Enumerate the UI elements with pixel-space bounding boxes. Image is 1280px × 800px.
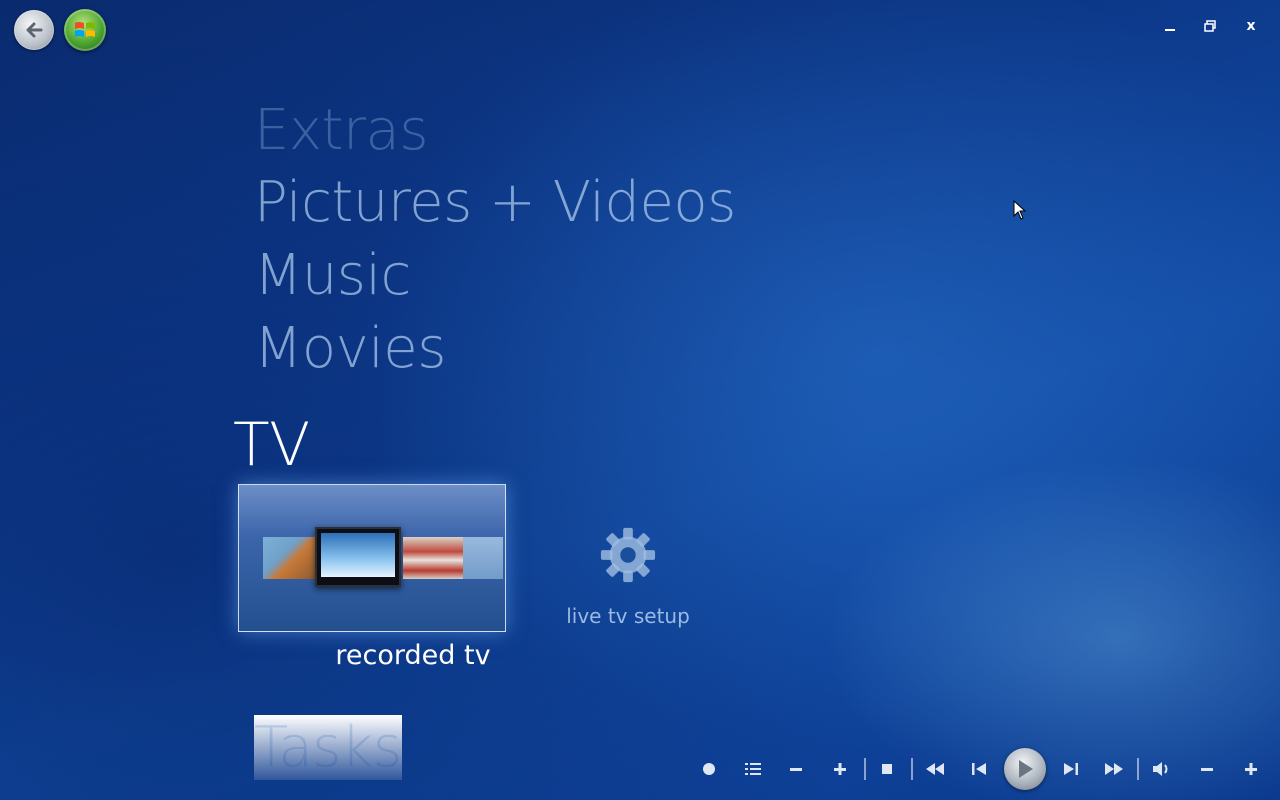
volume-up-button[interactable] [1239,757,1263,781]
tv-screen [321,533,395,577]
menu-item-extras[interactable]: Extras [254,98,429,163]
live-tv-setup-tile[interactable]: live tv setup [562,526,694,628]
record-icon [703,763,715,775]
tv-set-icon [315,527,401,587]
transport-controls [690,746,1270,792]
stop-button[interactable] [875,757,899,781]
channel-up-button[interactable] [828,757,852,781]
next-button[interactable] [1059,757,1083,781]
channel-up-icon [834,763,846,775]
fast-forward-button[interactable] [1102,757,1126,781]
minimize-button[interactable] [1157,14,1183,38]
gear-icon [600,527,656,583]
menu-item-tv[interactable]: TV [233,410,310,480]
play-icon [1019,760,1033,778]
menu-item-pictures-videos[interactable]: Pictures + Videos [254,170,736,235]
back-button[interactable] [14,10,54,50]
volume-icon [1153,762,1168,776]
transport-divider [911,758,913,780]
recording-thumbnail [463,537,503,579]
windows-logo-icon [75,22,95,37]
close-button[interactable]: x [1238,14,1264,38]
restore-icon [1204,20,1216,32]
next-icon [1064,763,1078,775]
back-arrow-icon [26,22,43,38]
volume-up-icon [1245,763,1257,775]
previous-button[interactable] [967,757,991,781]
transport-divider [864,758,866,780]
recorded-tv-tile[interactable] [238,484,506,632]
channel-down-button[interactable] [784,757,808,781]
recording-thumbnail [403,537,463,579]
stop-icon [882,764,892,774]
transport-divider [1137,758,1139,780]
minimize-icon [1165,29,1175,31]
restore-button[interactable] [1197,14,1223,38]
rewind-icon [926,763,944,775]
mouse-pointer-icon [1013,200,1027,220]
menu-item-movies[interactable]: Movies [254,316,446,381]
record-button[interactable] [697,757,721,781]
volume-button[interactable] [1150,757,1174,781]
fast-forward-icon [1105,763,1123,775]
live-tv-setup-label: live tv setup [566,604,690,628]
recorded-tv-label: recorded tv [335,640,491,671]
guide-icon [745,763,761,775]
menu-item-tasks[interactable]: Tasks [254,715,402,780]
menu-item-music[interactable]: Music [254,243,411,308]
windows-start-button[interactable] [64,9,106,51]
volume-down-icon [1201,768,1213,771]
channel-down-icon [790,768,802,771]
guide-button[interactable] [741,757,765,781]
play-button[interactable] [1004,748,1046,790]
recording-thumbnail [263,537,317,579]
previous-icon [972,763,986,775]
rewind-button[interactable] [923,757,947,781]
volume-down-button[interactable] [1195,757,1219,781]
